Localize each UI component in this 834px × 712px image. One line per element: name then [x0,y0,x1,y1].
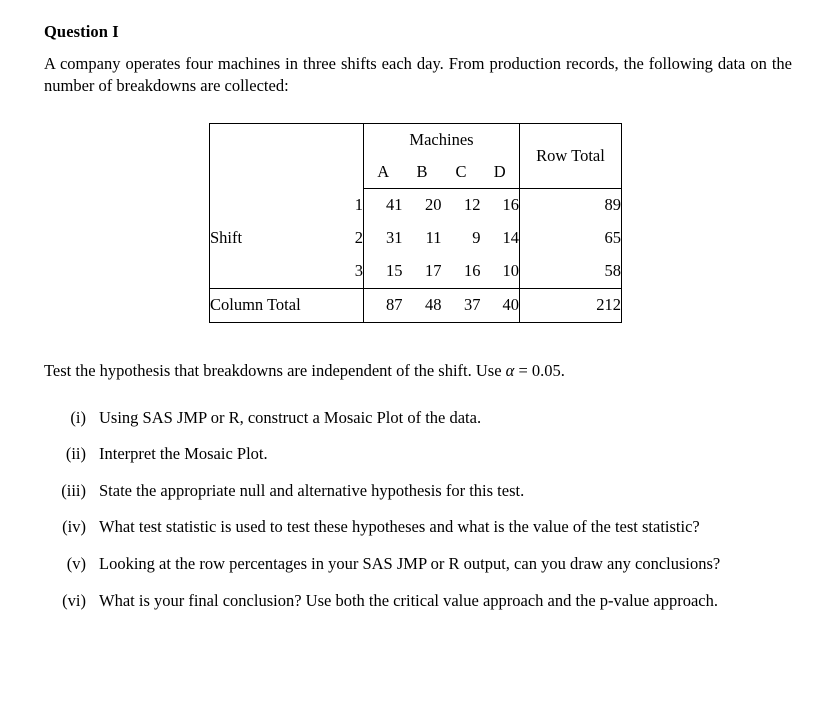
list-item-marker: (iii) [61,480,86,500]
hypothesis-text-prefix: Test the hypothesis that breakdowns are … [44,360,506,380]
list-item-text: State the appropriate null and alternati… [99,480,525,500]
page-title: Question I [44,22,119,41]
question-list: (i) Using SAS JMP or R, construct a Mosa… [44,407,804,613]
cell-shift1-a: 41 [363,188,403,222]
table-header-row-group: Machines Row Total [210,123,622,189]
row-total-shift3: 58 [519,254,622,289]
shift-level-2-number: 2 [354,228,363,248]
list-item-text: What is your final conclusion? Use both … [99,590,718,610]
column-header-c: C [441,155,481,189]
column-total-c: 37 [464,295,481,315]
shift-level-3: 3 [209,254,364,289]
grand-total: 212 [519,288,622,323]
row-total-shift1: 89 [519,188,622,222]
list-item-text: Interpret the Mosaic Plot. [99,444,268,464]
shift-group-label: Shift [210,228,243,248]
machines-group-header: Machines [363,123,520,156]
cell-shift1-d: 16 [502,195,520,215]
list-item: (v) Looking at the row percentages in yo… [44,553,804,576]
cell-shift2-a: 31 [363,221,403,255]
row-total-shift2: 65 [519,221,622,255]
cell-shift3-b: 17 [402,254,442,289]
shift-level-2: Shift 2 [210,222,364,255]
list-item: (ii) Interpret the Mosaic Plot. [44,443,804,466]
list-item-text: Using SAS JMP or R, construct a Mosaic P… [99,407,482,427]
list-item: (iv) What test statistic is used to test… [44,516,804,539]
column-total-b: 48 [425,295,442,315]
contingency-table-container: Machines Row Total A B C D 1 41 20 12 16… [44,122,790,323]
cell-shift3-c: 16 [441,254,481,289]
list-item: (vi) What is your final conclusion? Use … [44,590,804,613]
hypothesis-text-suffix: = 0.05. [514,360,565,380]
column-total-d: 40 [502,295,520,315]
cell-shift2-b: 11 [425,228,442,248]
cell-shift2-c: 9 [472,228,481,248]
list-item-text: Looking at the row percentages in your S… [99,553,721,573]
table-row: 1 41 20 12 16 89 [210,188,622,222]
shift-level-1: 1 [354,194,363,214]
row-total-header: Row Total [519,123,622,189]
list-item-marker: (ii) [65,444,86,464]
list-item-text: What test statistic is used to test thes… [99,517,700,537]
table-row: 3 15 17 16 10 58 [209,254,622,289]
cell-shift1-c: 12 [464,195,481,215]
table-row: Shift 2 31 11 9 14 65 [210,221,622,255]
list-item: (i) Using SAS JMP or R, construct a Mosa… [44,407,804,430]
intro-paragraph: A company operates four machines in thre… [44,53,792,96]
list-item-marker: (iv) [62,517,86,537]
cell-shift3-d: 10 [480,254,520,289]
table-total-row: Column Total 87 48 37 40 212 [210,288,622,323]
list-item-marker: (vi) [62,590,86,610]
list-item: (iii) State the appropriate null and alt… [44,480,804,503]
cell-shift1-b: 20 [425,195,442,215]
column-header-b: B [402,155,442,189]
document-page: Question I A company operates four machi… [0,0,834,712]
hypothesis-instruction: Test the hypothesis that breakdowns are … [44,360,790,383]
list-item-marker: (v) [66,553,86,573]
column-header-d: D [480,155,520,189]
column-total-label: Column Total [210,295,301,315]
list-item-marker: (i) [70,407,86,427]
breakdowns-contingency-table: Machines Row Total A B C D 1 41 20 12 16… [209,122,622,323]
table-corner-cell [210,123,364,188]
cell-shift3-a: 15 [363,254,403,289]
column-header-a: A [363,155,403,189]
cell-shift2-d: 14 [502,228,520,248]
column-total-a: 87 [363,288,403,323]
